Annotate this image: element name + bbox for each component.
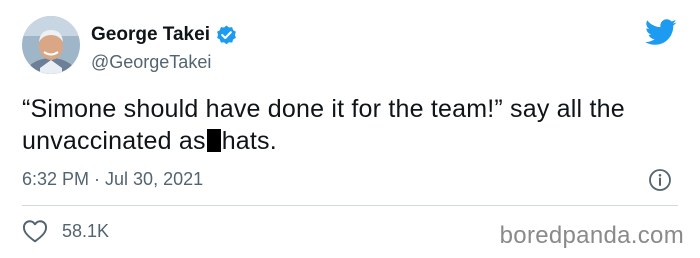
like-count: 58.1K xyxy=(62,221,110,241)
author-name-row[interactable]: George Takei xyxy=(91,22,238,48)
like-button[interactable]: 58.1K xyxy=(22,218,109,244)
heart-icon[interactable] xyxy=(22,219,48,243)
censor-block xyxy=(206,129,221,152)
tweet-text-part-2: hats. xyxy=(221,127,277,155)
avatar[interactable] xyxy=(22,16,80,74)
tweet-text: “Simone should have done it for the team… xyxy=(22,93,682,157)
tweet-text-part-1: “Simone should have done it for the team… xyxy=(22,95,625,155)
watermark: boredpanda.com xyxy=(499,222,684,249)
twitter-bird-icon[interactable] xyxy=(645,19,677,46)
author-display-name[interactable]: George Takei xyxy=(91,22,210,48)
divider xyxy=(22,205,678,206)
author-handle[interactable]: @GeorgeTakei xyxy=(91,51,211,73)
info-icon[interactable] xyxy=(648,168,672,192)
tweet-timestamp[interactable]: 6:32 PM · Jul 30, 2021 xyxy=(22,168,203,190)
verified-badge-icon xyxy=(215,24,238,47)
profile-photo-icon xyxy=(22,16,80,74)
